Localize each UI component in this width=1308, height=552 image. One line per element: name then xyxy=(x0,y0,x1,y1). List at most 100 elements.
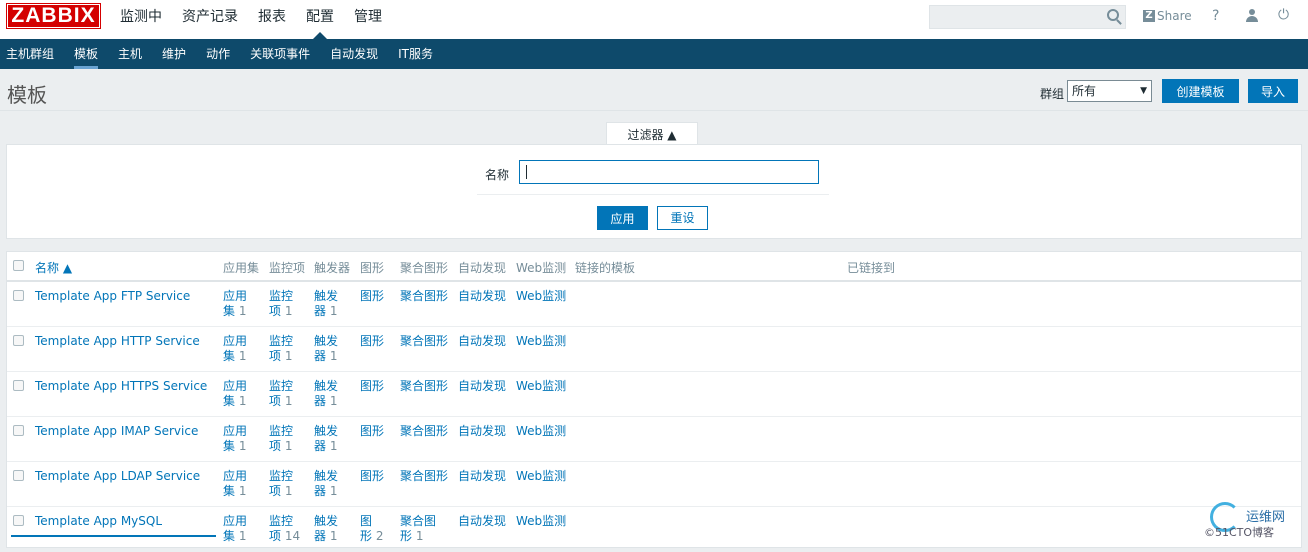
web-link[interactable]: Web监测 xyxy=(516,469,566,484)
template-name-link[interactable]: Template App IMAP Service xyxy=(35,424,198,439)
row-checkbox[interactable] xyxy=(13,515,24,526)
menu-administration[interactable]: 管理 xyxy=(354,0,382,39)
import-button[interactable]: 导入 xyxy=(1248,79,1298,103)
row-checkbox[interactable] xyxy=(13,335,24,346)
create-template-button[interactable]: 创建模板 xyxy=(1162,79,1239,103)
web-link[interactable]: Web监测 xyxy=(516,379,566,394)
discovery-link[interactable]: 自动发现 xyxy=(458,334,506,349)
screens-link[interactable]: 聚合图形 1 xyxy=(400,514,436,544)
triggers-link[interactable]: 触发器 1 xyxy=(314,514,338,544)
items-link[interactable]: 监控项 1 xyxy=(269,469,293,499)
web-link[interactable]: Web监测 xyxy=(516,289,566,304)
triggers-link[interactable]: 触发器 1 xyxy=(314,289,338,319)
link-text-cont: 形 xyxy=(400,529,413,543)
graphs-link[interactable]: 图形 xyxy=(360,469,384,484)
items-link[interactable]: 监控项 1 xyxy=(269,379,293,409)
discovery-link[interactable]: 自动发现 xyxy=(458,514,506,529)
screens-link[interactable]: 聚合图形 xyxy=(400,289,448,304)
applications-link[interactable]: 应用集 1 xyxy=(223,424,247,454)
applications-link[interactable]: 应用集 1 xyxy=(223,514,247,544)
row-checkbox[interactable] xyxy=(13,380,24,391)
menu-inventory[interactable]: 资产记录 xyxy=(182,0,238,39)
group-select[interactable]: 所有 ▼ xyxy=(1067,80,1152,102)
row-checkbox[interactable] xyxy=(13,290,24,301)
graphs-link[interactable]: 图形 2 xyxy=(360,514,383,544)
search-input[interactable] xyxy=(929,5,1126,29)
web-link[interactable]: Web监测 xyxy=(516,514,566,529)
link-text: 聚合图形 xyxy=(400,334,449,348)
template-name-link[interactable]: Template App HTTP Service xyxy=(35,334,200,349)
apply-button[interactable]: 应用 xyxy=(597,206,648,230)
triggers-link[interactable]: 触发器 1 xyxy=(314,469,338,499)
graphs-link[interactable]: 图形 xyxy=(360,379,384,394)
web-link[interactable]: Web监测 xyxy=(516,424,566,439)
link-text: 应用 xyxy=(223,289,248,303)
screens-link[interactable]: 聚合图形 xyxy=(400,334,448,349)
share-button[interactable]: Z Share xyxy=(1143,9,1192,23)
discovery-link[interactable]: 自动发现 xyxy=(458,379,506,394)
graphs-link[interactable]: 图形 xyxy=(360,424,384,439)
logout-icon[interactable]: ⏻ xyxy=(1278,7,1289,23)
triggers-link[interactable]: 触发器 1 xyxy=(314,334,338,364)
screens-link[interactable]: 聚合图形 xyxy=(400,379,448,394)
user-profile-icon[interactable] xyxy=(1245,9,1259,23)
template-name-link[interactable]: Template App LDAP Service xyxy=(35,469,200,484)
col-name[interactable]: 名称 ▲ xyxy=(35,259,72,276)
submenu-templates[interactable]: 模板 xyxy=(74,39,99,69)
template-name-link[interactable]: Template App FTP Service xyxy=(35,289,190,304)
page-header: 模板 群组 所有 ▼ 创建模板 导入 xyxy=(0,69,1308,111)
reset-button[interactable]: 重设 xyxy=(657,206,708,230)
filter-tab[interactable]: 过滤器 ▲ xyxy=(606,122,698,146)
items-link[interactable]: 监控项 1 xyxy=(269,334,293,364)
screens-link[interactable]: 聚合图形 xyxy=(400,424,448,439)
submenu-discovery[interactable]: 自动发现 xyxy=(330,39,378,69)
link-text: 触发 xyxy=(314,424,339,438)
menu-configuration[interactable]: 配置 xyxy=(306,0,334,39)
web-link[interactable]: Web监测 xyxy=(516,334,566,349)
template-name-link[interactable]: Template App HTTPS Service xyxy=(35,379,207,394)
count: 1 xyxy=(329,394,338,408)
submenu-correlation[interactable]: 关联项事件 xyxy=(250,39,310,69)
submenu-host-groups[interactable]: 主机群组 xyxy=(6,39,54,69)
applications-link[interactable]: 应用集 1 xyxy=(223,334,247,364)
submenu-it-services[interactable]: IT服务 xyxy=(398,39,433,69)
items-link[interactable]: 监控项 1 xyxy=(269,289,293,319)
search-icon[interactable] xyxy=(1107,9,1119,21)
items-link[interactable]: 监控项 14 xyxy=(269,514,300,544)
link-text: 图 xyxy=(360,514,373,528)
col-linked-to: 已链接到 xyxy=(847,261,896,275)
count: 1 xyxy=(238,394,247,408)
triggers-link[interactable]: 触发器 1 xyxy=(314,379,338,409)
dropdown-arrow-icon: ▼ xyxy=(1140,86,1147,96)
filter-panel: 名称 应用 重设 xyxy=(6,144,1302,239)
row-checkbox[interactable] xyxy=(13,470,24,481)
discovery-link[interactable]: 自动发现 xyxy=(458,289,506,304)
triggers-link[interactable]: 触发器 1 xyxy=(314,424,338,454)
link-text-cont: 集 xyxy=(223,439,236,453)
applications-link[interactable]: 应用集 1 xyxy=(223,379,247,409)
select-all-checkbox[interactable] xyxy=(13,260,24,271)
count: 1 xyxy=(284,484,293,498)
graphs-link[interactable]: 图形 xyxy=(360,289,384,304)
graphs-link[interactable]: 图形 xyxy=(360,334,384,349)
screens-link[interactable]: 聚合图形 xyxy=(400,469,448,484)
link-text: 应用 xyxy=(223,424,248,438)
row-checkbox[interactable] xyxy=(13,425,24,436)
discovery-link[interactable]: 自动发现 xyxy=(458,424,506,439)
applications-link[interactable]: 应用集 1 xyxy=(223,289,247,319)
link-text: 监控 xyxy=(269,289,294,303)
submenu-hosts[interactable]: 主机 xyxy=(118,39,142,69)
submenu-actions[interactable]: 动作 xyxy=(206,39,230,69)
discovery-link[interactable]: 自动发现 xyxy=(458,469,506,484)
menu-monitoring[interactable]: 监测中 xyxy=(120,0,162,39)
template-name-link[interactable]: Template App MySQL xyxy=(35,514,162,529)
help-icon[interactable]: ? xyxy=(1212,8,1219,24)
zabbix-logo[interactable]: ZABBIX xyxy=(6,3,101,29)
items-link[interactable]: 监控项 1 xyxy=(269,424,293,454)
link-text: 聚合图形 xyxy=(400,424,449,438)
menu-reports[interactable]: 报表 xyxy=(258,0,286,39)
submenu-maintenance[interactable]: 维护 xyxy=(162,39,186,69)
link-text-cont: 项 xyxy=(269,349,282,363)
applications-link[interactable]: 应用集 1 xyxy=(223,469,247,499)
filter-name-input[interactable] xyxy=(519,160,819,184)
